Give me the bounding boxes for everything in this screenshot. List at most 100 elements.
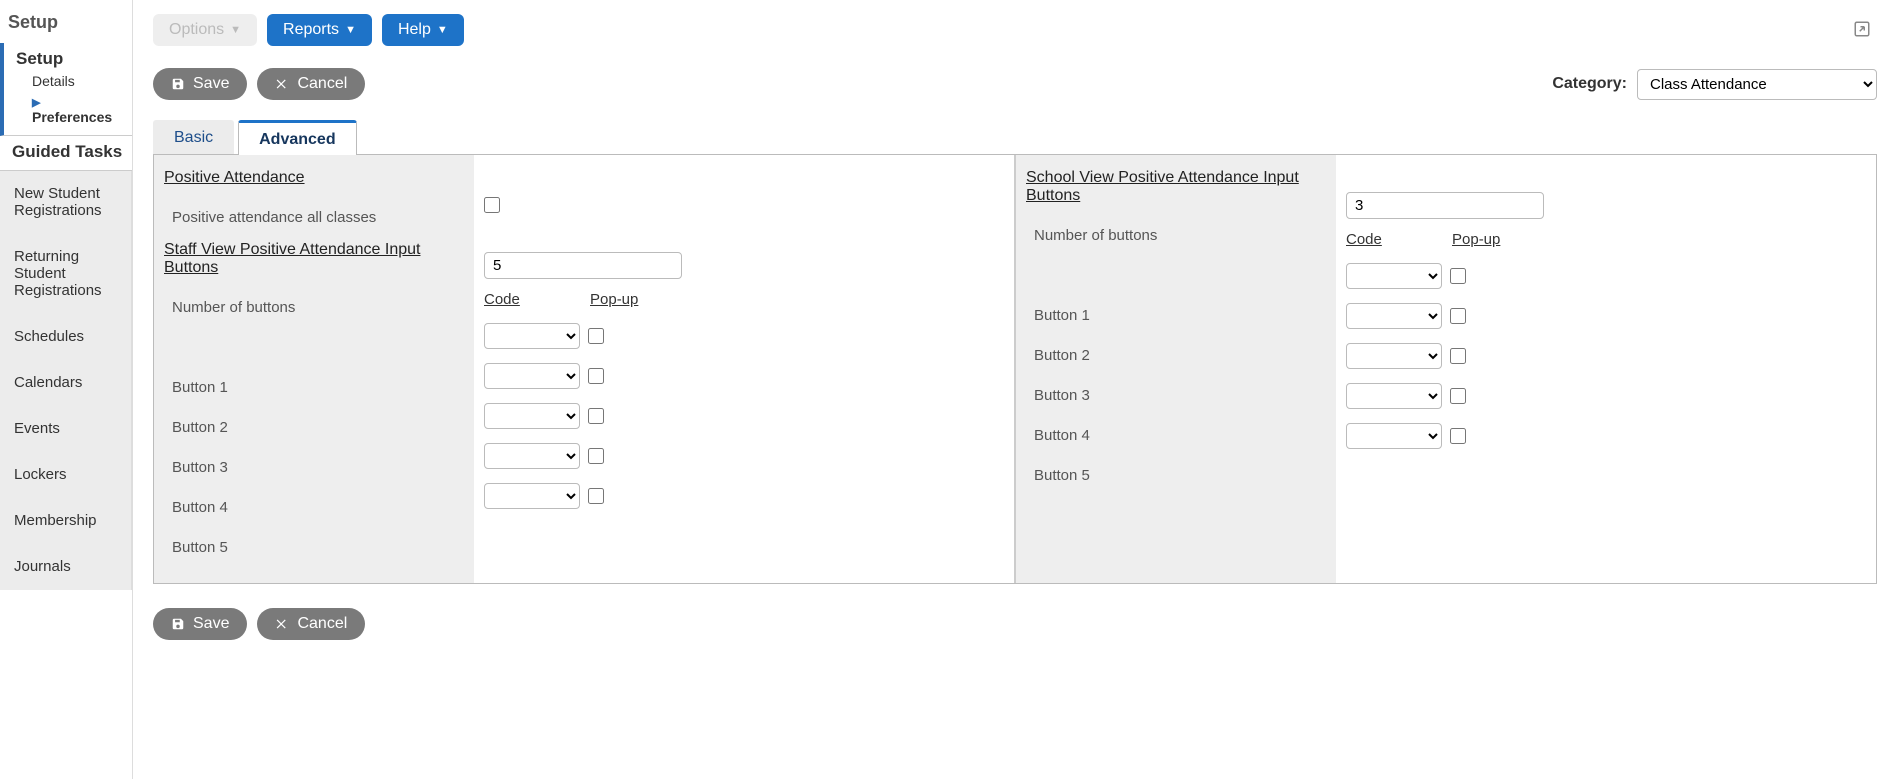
left-controls: Code Pop-up	[474, 155, 1014, 583]
panel: Positive Attendance Positive attendance …	[153, 155, 1877, 584]
main: Options ▼ Reports ▼ Help ▼ Save C	[133, 0, 1897, 779]
save-icon	[171, 617, 185, 631]
side-item-schedules[interactable]: Schedules	[0, 314, 131, 360]
right-controls: Code Pop-up	[1336, 155, 1876, 583]
toolbar: Options ▼ Reports ▼ Help ▼	[153, 14, 1877, 46]
action-buttons-bottom: Save Cancel	[153, 608, 1877, 640]
cancel-button-label: Cancel	[297, 75, 347, 93]
school-nob-input[interactable]	[1346, 192, 1544, 219]
category-label: Category:	[1552, 75, 1627, 93]
tab-basic[interactable]: Basic	[153, 120, 234, 154]
close-icon	[275, 617, 289, 631]
cancel-button-label: Cancel	[297, 615, 347, 633]
positive-attendance-header: Positive Attendance	[164, 169, 464, 187]
school-button-4-label: Button 4	[1026, 415, 1326, 455]
options-label: Options	[169, 22, 224, 38]
chevron-down-icon: ▼	[437, 25, 448, 36]
side-tab-setup[interactable]: Setup Details ▶ Preferences	[0, 43, 132, 136]
reports-label: Reports	[283, 22, 339, 38]
chevron-down-icon: ▼	[230, 25, 241, 36]
help-label: Help	[398, 22, 431, 38]
school-popup-header: Pop-up	[1452, 231, 1512, 248]
school-button-2-label: Button 2	[1026, 335, 1326, 375]
staff-button-1-label: Button 1	[164, 367, 464, 407]
side-tab-guided[interactable]: Guided Tasks	[0, 136, 132, 171]
close-icon	[275, 77, 289, 91]
school-button-3-label: Button 3	[1026, 375, 1326, 415]
school-header: School View Positive Attendance Input Bu…	[1026, 169, 1326, 205]
side-item-membership[interactable]: Membership	[0, 498, 131, 544]
sidebar: Setup Setup Details ▶ Preferences Guided…	[0, 0, 133, 779]
school-button-4-popup[interactable]	[1450, 388, 1466, 404]
pop-out-icon[interactable]	[1853, 20, 1871, 43]
category-select[interactable]: Class Attendance	[1637, 69, 1877, 100]
pos-att-all-checkbox[interactable]	[484, 197, 500, 213]
staff-nob-input[interactable]	[484, 252, 682, 279]
right-labels: School View Positive Attendance Input Bu…	[1016, 155, 1336, 583]
staff-button-4-popup[interactable]	[588, 448, 604, 464]
school-button-2-code[interactable]	[1346, 303, 1442, 329]
school-button-1-popup[interactable]	[1450, 268, 1466, 284]
school-nob-label: Number of buttons	[1026, 215, 1326, 255]
side-link-details[interactable]: Details	[16, 71, 126, 91]
save-button-bottom[interactable]: Save	[153, 608, 247, 640]
staff-button-2-label: Button 2	[164, 407, 464, 447]
options-button[interactable]: Options ▼	[153, 14, 257, 46]
side-item-journals[interactable]: Journals	[0, 544, 131, 590]
side-tab-setup-title: Setup	[16, 49, 126, 71]
save-button-label: Save	[193, 75, 229, 93]
side-item-returning-student[interactable]: Returning Student Registrations	[0, 234, 131, 314]
left-column: Positive Attendance Positive attendance …	[154, 155, 1014, 583]
school-button-4-code[interactable]	[1346, 383, 1442, 409]
staff-button-4-code[interactable]	[484, 443, 580, 469]
right-column: School View Positive Attendance Input Bu…	[1014, 155, 1876, 583]
help-button[interactable]: Help ▼	[382, 14, 464, 46]
pos-att-all-label: Positive attendance all classes	[164, 197, 464, 237]
staff-button-2-code[interactable]	[484, 363, 580, 389]
school-button-3-popup[interactable]	[1450, 348, 1466, 364]
school-button-3-code[interactable]	[1346, 343, 1442, 369]
subtoolbar: Save Cancel Category: Class Attendance	[153, 68, 1877, 100]
side-tab-guided-title: Guided Tasks	[12, 142, 126, 162]
staff-button-1-popup[interactable]	[588, 328, 604, 344]
staff-popup-header: Pop-up	[590, 291, 650, 308]
tabs: Basic Advanced	[153, 120, 1877, 155]
cancel-button-bottom[interactable]: Cancel	[257, 608, 365, 640]
side-link-preferences[interactable]: ▶ Preferences	[16, 91, 126, 127]
staff-button-3-label: Button 3	[164, 447, 464, 487]
staff-button-4-label: Button 4	[164, 487, 464, 527]
school-button-5-popup[interactable]	[1450, 428, 1466, 444]
school-code-header: Code	[1346, 231, 1446, 248]
staff-button-3-popup[interactable]	[588, 408, 604, 424]
save-button-label: Save	[193, 615, 229, 633]
school-button-1-label: Button 1	[1026, 295, 1326, 335]
side-item-calendars[interactable]: Calendars	[0, 360, 131, 406]
left-labels: Positive Attendance Positive attendance …	[154, 155, 474, 583]
staff-button-5-label: Button 5	[164, 527, 464, 567]
side-item-new-student[interactable]: New Student Registrations	[0, 171, 131, 234]
staff-code-header: Code	[484, 291, 584, 308]
side-list: New Student Registrations Returning Stud…	[0, 171, 132, 590]
category-row: Category: Class Attendance	[1552, 69, 1877, 100]
staff-header: Staff View Positive Attendance Input But…	[164, 241, 464, 277]
school-button-1-code[interactable]	[1346, 263, 1442, 289]
save-button-top[interactable]: Save	[153, 68, 247, 100]
reports-button[interactable]: Reports ▼	[267, 14, 372, 46]
breadcrumb: Setup	[0, 0, 132, 43]
staff-button-5-popup[interactable]	[588, 488, 604, 504]
staff-button-5-code[interactable]	[484, 483, 580, 509]
cancel-button-top[interactable]: Cancel	[257, 68, 365, 100]
side-link-preferences-label: Preferences	[32, 109, 112, 125]
school-button-5-code[interactable]	[1346, 423, 1442, 449]
side-item-lockers[interactable]: Lockers	[0, 452, 131, 498]
staff-button-1-code[interactable]	[484, 323, 580, 349]
tab-advanced[interactable]: Advanced	[238, 120, 356, 155]
action-buttons-top: Save Cancel	[153, 68, 365, 100]
staff-nob-label: Number of buttons	[164, 287, 464, 327]
school-button-2-popup[interactable]	[1450, 308, 1466, 324]
staff-button-3-code[interactable]	[484, 403, 580, 429]
school-button-5-label: Button 5	[1026, 455, 1326, 495]
save-icon	[171, 77, 185, 91]
staff-button-2-popup[interactable]	[588, 368, 604, 384]
side-item-events[interactable]: Events	[0, 406, 131, 452]
